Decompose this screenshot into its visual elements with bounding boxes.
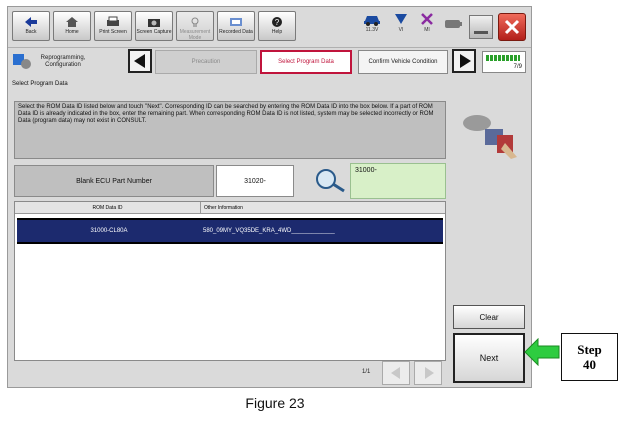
mi-disconnected-icon (421, 13, 433, 25)
program-data-icon (463, 115, 517, 159)
blank-ecu-part-number-label: Blank ECU Part Number (14, 165, 214, 197)
vi-connection-icon (395, 14, 407, 24)
mi-label: MI (424, 27, 430, 33)
rom-data-table: ROM Data ID Other Information 31000-CL80… (14, 201, 446, 361)
measurement-mode-button[interactable]: Measurement Mode (176, 11, 214, 41)
toolbar-divider (8, 47, 531, 48)
search-button[interactable] (314, 167, 346, 195)
triangle-left-icon (134, 54, 145, 68)
battery-status (444, 16, 462, 32)
measurement-mode-label: Measurement Mode (179, 29, 211, 41)
print-screen-button[interactable]: Print Screen (94, 11, 132, 41)
breadcrumb-step-select-program-data: Select Program Data (260, 50, 352, 74)
breadcrumb-step-precaution: Precaution (155, 50, 257, 74)
breadcrumb-step-reprogramming: Reprogramming, Configuration (32, 50, 94, 74)
battery-icon (445, 20, 462, 28)
instructions-text: Select the ROM Data ID listed below and … (14, 101, 446, 159)
screen-capture-label: Screen Capture (136, 29, 172, 35)
step-progress-bar (486, 55, 520, 61)
recorded-data-label: Recorded Data (219, 29, 253, 35)
home-label: Home (65, 29, 79, 35)
triangle-right-icon (460, 54, 471, 68)
measurement-icon (191, 17, 199, 27)
help-label: Help (271, 29, 283, 35)
svg-text:?: ? (275, 18, 280, 27)
step-page-number: 7/9 (513, 64, 522, 70)
rom-id-search-input[interactable]: 31000- (350, 163, 446, 199)
voltage-value: 11.3V (365, 27, 379, 33)
vi-status: VI (392, 11, 410, 33)
part-number-value: 31020- (216, 165, 294, 197)
vi-label: VI (398, 27, 404, 33)
car-icon (364, 16, 380, 26)
minimize-icon (474, 31, 488, 34)
triangle-right-icon (425, 367, 434, 379)
printer-icon (107, 16, 119, 26)
help-button[interactable]: ? Help (258, 11, 296, 41)
recorded-data-icon (230, 18, 242, 26)
pagination-text: 1/1 (362, 369, 371, 375)
next-step-button[interactable] (452, 49, 476, 73)
breadcrumb-step3-label: Select Program Data (278, 58, 334, 65)
minimize-button[interactable] (469, 15, 493, 39)
column-header-rom-data-id: ROM Data ID (15, 202, 201, 214)
triangle-left-icon (391, 367, 400, 379)
close-button[interactable] (498, 13, 526, 41)
home-icon (66, 17, 78, 27)
breadcrumb-step2-label: Precaution (191, 58, 221, 65)
next-button[interactable]: Next (453, 333, 525, 383)
breadcrumb-step4-label: Confirm Vehicle Condition (368, 58, 438, 65)
breadcrumb-step1-label: Reprogramming, Configuration (40, 55, 86, 68)
rom-data-id-cell: 31000-CL80A (90, 228, 128, 234)
page-title: Select Program Data (12, 81, 68, 87)
screen-capture-button[interactable]: Screen Capture (135, 11, 173, 41)
back-label: Back (25, 29, 37, 35)
page-next-button[interactable] (414, 361, 442, 385)
back-arrow-icon (25, 17, 37, 27)
back-button[interactable]: Back (12, 11, 50, 41)
vehicle-voltage-status: 11.3V (363, 11, 381, 33)
mi-status: MI (418, 11, 436, 33)
reprogramming-icon (13, 54, 31, 69)
step-arrow-icon (524, 338, 560, 366)
breadcrumb-step-confirm-vehicle: Confirm Vehicle Condition (358, 50, 448, 74)
figure-caption: Figure 23 (245, 395, 305, 411)
prev-step-button[interactable] (128, 49, 152, 73)
step-progress: 7/9 (482, 51, 526, 73)
recorded-data-button[interactable]: Recorded Data (217, 11, 255, 41)
home-button[interactable]: Home (53, 11, 91, 41)
page-prev-button[interactable] (382, 361, 410, 385)
table-row[interactable]: 31000-CL80A 580_09MY_VQ35DE_KRA_4WD_____… (17, 218, 443, 244)
print-screen-label: Print Screen (99, 29, 127, 35)
camera-icon (148, 19, 160, 27)
step-callout: Step 40 (561, 333, 618, 381)
clear-button[interactable]: Clear (453, 305, 525, 329)
magnifier-icon (316, 169, 345, 193)
column-header-other-information: Other Information (201, 202, 445, 214)
close-icon (504, 19, 520, 35)
consult-screen: Back Home Print Screen Screen Capture Me… (7, 6, 532, 388)
help-icon: ? (272, 17, 282, 27)
other-information-cell: 580_09MY_VQ35DE_KRA_4WD_____________ (203, 228, 335, 234)
